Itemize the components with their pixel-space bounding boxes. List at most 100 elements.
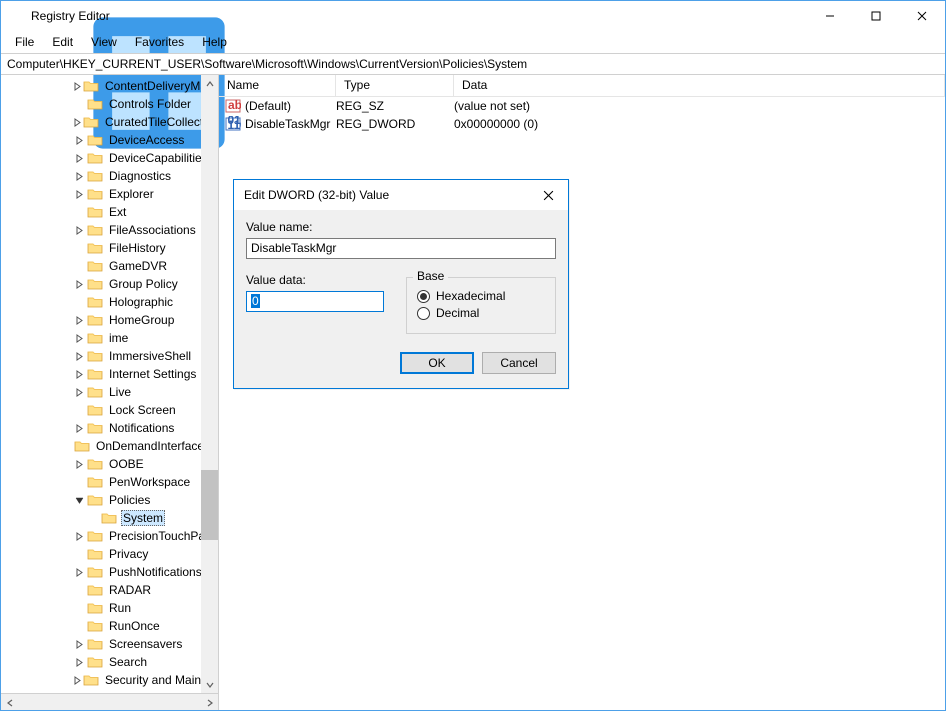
tree-item-label: FileAssociations xyxy=(107,223,198,237)
folder-icon xyxy=(83,79,99,93)
tree-item[interactable]: PenWorkspace xyxy=(3,473,218,491)
chevron-right-icon[interactable] xyxy=(73,530,86,543)
chevron-right-icon[interactable] xyxy=(73,368,86,381)
tree-item[interactable]: FileAssociations xyxy=(3,221,218,239)
close-button[interactable] xyxy=(899,1,945,31)
value-type: REG_DWORD xyxy=(336,117,454,131)
tree-item[interactable]: OnDemandInterfaceCa xyxy=(3,437,218,455)
folder-icon xyxy=(87,529,103,543)
tree-item[interactable]: Holographic xyxy=(3,293,218,311)
tree-horizontal-scrollbar[interactable] xyxy=(1,693,218,710)
chevron-right-icon[interactable] xyxy=(73,80,82,93)
ok-button[interactable]: OK xyxy=(400,352,474,374)
titlebar[interactable]: Registry Editor xyxy=(1,1,945,31)
list-header[interactable]: Name Type Data xyxy=(219,75,945,97)
tree-item-label: PushNotifications xyxy=(107,565,204,579)
radio-hexadecimal[interactable]: Hexadecimal xyxy=(417,289,545,303)
tree-pane: ContentDeliveryManagControls FolderCurat… xyxy=(1,75,219,710)
chevron-right-icon[interactable] xyxy=(73,350,86,363)
tree-item[interactable]: PrecisionTouchPad xyxy=(3,527,218,545)
valuedata-field[interactable]: 0 xyxy=(246,291,384,312)
valuename-field[interactable]: DisableTaskMgr xyxy=(246,238,556,259)
tree-item[interactable]: Security and Maintenan xyxy=(3,671,218,689)
tree-item[interactable]: RADAR xyxy=(3,581,218,599)
column-data[interactable]: Data xyxy=(454,75,945,96)
value-data: 0x00000000 (0) xyxy=(454,117,945,131)
list-row[interactable]: (Default)REG_SZ(value not set) xyxy=(219,97,945,115)
chevron-right-icon[interactable] xyxy=(73,386,86,399)
tree-item[interactable]: Ext xyxy=(3,203,218,221)
tree-item[interactable]: PushNotifications xyxy=(3,563,218,581)
scroll-left-icon[interactable] xyxy=(1,694,18,711)
tree-item[interactable]: RunOnce xyxy=(3,617,218,635)
scroll-up-icon[interactable] xyxy=(201,75,218,92)
chevron-right-icon[interactable] xyxy=(73,152,86,165)
scroll-down-icon[interactable] xyxy=(201,676,218,693)
tree-item[interactable]: ime xyxy=(3,329,218,347)
tree-item[interactable]: Lock Screen xyxy=(3,401,218,419)
tree-item[interactable]: DeviceAccess xyxy=(3,131,218,149)
chevron-right-icon[interactable] xyxy=(73,188,86,201)
radio-decimal[interactable]: Decimal xyxy=(417,306,545,320)
dialog-titlebar[interactable]: Edit DWORD (32-bit) Value xyxy=(234,180,568,210)
tree-item[interactable]: Controls Folder xyxy=(3,95,218,113)
tree-item[interactable]: Privacy xyxy=(3,545,218,563)
menu-help[interactable]: Help xyxy=(194,33,235,51)
tree-item[interactable]: Live xyxy=(3,383,218,401)
tree-item[interactable]: Screensavers xyxy=(3,635,218,653)
tree-item-label: Lock Screen xyxy=(107,403,178,417)
tree-twisty-none xyxy=(73,620,86,633)
chevron-right-icon[interactable] xyxy=(73,278,86,291)
chevron-down-icon[interactable] xyxy=(73,494,86,507)
tree-item[interactable]: Search xyxy=(3,653,218,671)
address-bar[interactable]: Computer\HKEY_CURRENT_USER\Software\Micr… xyxy=(1,53,945,75)
chevron-right-icon[interactable] xyxy=(73,170,86,183)
tree-item[interactable]: DeviceCapabilities xyxy=(3,149,218,167)
tree-item[interactable]: ContentDeliveryManag xyxy=(3,77,218,95)
scroll-thumb[interactable] xyxy=(201,470,218,540)
chevron-right-icon[interactable] xyxy=(73,656,86,669)
chevron-right-icon[interactable] xyxy=(73,332,86,345)
scroll-right-icon[interactable] xyxy=(201,694,218,711)
maximize-button[interactable] xyxy=(853,1,899,31)
menu-view[interactable]: View xyxy=(83,33,125,51)
dialog-close-button[interactable] xyxy=(538,185,558,205)
tree-item[interactable]: Explorer xyxy=(3,185,218,203)
column-name[interactable]: Name xyxy=(219,75,336,96)
tree-item[interactable]: Policies xyxy=(3,491,218,509)
column-type[interactable]: Type xyxy=(336,75,454,96)
tree[interactable]: ContentDeliveryManagControls FolderCurat… xyxy=(1,75,218,693)
chevron-right-icon[interactable] xyxy=(73,224,86,237)
tree-item[interactable]: GameDVR xyxy=(3,257,218,275)
tree-item-label: PrecisionTouchPad xyxy=(107,529,214,543)
chevron-right-icon[interactable] xyxy=(73,422,86,435)
tree-item[interactable]: Notifications xyxy=(3,419,218,437)
chevron-right-icon[interactable] xyxy=(73,674,82,687)
chevron-right-icon[interactable] xyxy=(73,638,86,651)
menu-file[interactable]: File xyxy=(7,33,42,51)
tree-item[interactable]: OOBE xyxy=(3,455,218,473)
chevron-right-icon[interactable] xyxy=(73,134,86,147)
tree-item[interactable]: Group Policy xyxy=(3,275,218,293)
chevron-right-icon[interactable] xyxy=(73,116,82,129)
reg-sz-icon xyxy=(225,98,241,114)
tree-item[interactable]: FileHistory xyxy=(3,239,218,257)
cancel-button[interactable]: Cancel xyxy=(482,352,556,374)
tree-item[interactable]: HomeGroup xyxy=(3,311,218,329)
chevron-right-icon[interactable] xyxy=(73,458,86,471)
chevron-right-icon[interactable] xyxy=(73,314,86,327)
menu-favorites[interactable]: Favorites xyxy=(127,33,192,51)
tree-item[interactable]: Run xyxy=(3,599,218,617)
tree-twisty-none xyxy=(73,476,86,489)
menu-edit[interactable]: Edit xyxy=(44,33,81,51)
tree-vertical-scrollbar[interactable] xyxy=(201,75,218,693)
minimize-button[interactable] xyxy=(807,1,853,31)
tree-item[interactable]: Internet Settings xyxy=(3,365,218,383)
tree-item[interactable]: CuratedTileCollections xyxy=(3,113,218,131)
list-row[interactable]: DisableTaskMgrREG_DWORD0x00000000 (0) xyxy=(219,115,945,133)
tree-item[interactable]: Diagnostics xyxy=(3,167,218,185)
tree-item-label: Privacy xyxy=(107,547,150,561)
chevron-right-icon[interactable] xyxy=(73,566,86,579)
tree-item[interactable]: ImmersiveShell xyxy=(3,347,218,365)
tree-item[interactable]: System xyxy=(3,509,218,527)
